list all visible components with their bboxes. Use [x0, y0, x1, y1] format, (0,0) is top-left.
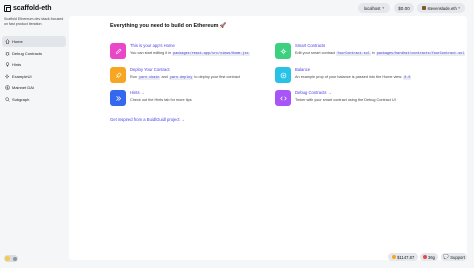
dollar-icon [5, 85, 10, 90]
eth-price: $1147.87 [397, 254, 415, 260]
chevron-down-icon: ▾ [458, 6, 461, 10]
card-desc-text: You can start editing it in [130, 50, 172, 55]
theme-toggle[interactable] [4, 255, 18, 262]
card-desc-text: and [161, 74, 168, 79]
sidebar-item-subgraph[interactable]: Subgraph [2, 94, 66, 105]
card-title: Smart Contracts [295, 43, 326, 48]
magnifier-icon [5, 96, 10, 102]
card-description: An example prop of your balance is passe… [295, 74, 412, 80]
sidebar-item-label: Subgraph [12, 96, 30, 102]
chevron-down-icon: ▾ [382, 6, 385, 10]
card-description: You can start editing it in packages/rea… [130, 51, 250, 56]
support-icon: 💬 [443, 254, 449, 259]
balance-value: $0.00 [398, 5, 410, 11]
support-button[interactable]: 💬 Support [441, 253, 467, 261]
gas-price: 36g [428, 254, 435, 260]
card-desc-text: Edit your smart contract [295, 50, 336, 55]
card-desc-text: to deploy your first contract [194, 74, 240, 79]
code-path: packages/hardhat/contracts/YourContract.… [375, 51, 466, 56]
sidebar-item-mainnet-dai[interactable]: Mainnet DAI [2, 82, 66, 93]
code-command: yarn deploy [168, 75, 194, 80]
page-title: Everything you need to build on Ethereum… [110, 23, 227, 29]
logo-text: scaffold-eth [13, 5, 52, 12]
coin-icon [275, 67, 291, 83]
account-button[interactable]: stevenslade.eth ▾ [417, 3, 465, 13]
sidebar-item-label: Mainnet DAI [12, 85, 35, 90]
balance-button[interactable]: $0.00 [394, 3, 414, 13]
card-home: This is your app's Home You can start ed… [110, 43, 250, 59]
card-smart-contracts: Smart Contracts Edit your smart contract… [275, 43, 466, 59]
network-selector[interactable]: localhost ▾ [358, 3, 390, 13]
account-name: stevenslade.eth [427, 5, 457, 11]
card-title[interactable]: Hints → [130, 90, 192, 95]
lightbulb-icon [5, 62, 10, 67]
avatar [421, 6, 426, 10]
gas-price-button[interactable]: 36g [420, 253, 438, 261]
sidebar-item-label: Home [12, 39, 23, 44]
card-description: Edit your smart contract YourContract.so… [295, 50, 466, 56]
network-name: localhost [363, 5, 381, 11]
sidebar-nav: Home Debug Contracts Hints ExampleUI Mai… [2, 36, 66, 105]
card-title: Deploy Your Contract [130, 67, 170, 72]
eth-icon [391, 255, 396, 259]
bug-icon [5, 51, 10, 56]
sidebar-item-hints[interactable]: Hints [2, 59, 66, 70]
card-debug-contracts[interactable]: Debug Contracts → Tinker with your smart… [275, 90, 396, 106]
card-description: Run yarn chain and yarn deploy to deploy… [130, 75, 240, 80]
card-desc-text: An example prop of your balance is passe… [295, 74, 403, 79]
card-description: Tinker with your smart contract using th… [295, 97, 396, 102]
code-command: yarn chain [138, 75, 161, 80]
eth-price-button[interactable]: $1147.87 [388, 253, 418, 261]
card-title: Balance [295, 67, 311, 72]
pencil-icon [110, 43, 126, 59]
sidebar-item-home[interactable]: Home [2, 36, 66, 47]
card-title[interactable]: Debug Contracts → [295, 90, 396, 95]
card-title: This is your app's Home [130, 43, 175, 48]
get-inspired-link[interactable]: Get inspired from a BuidlGuidl project → [110, 117, 185, 122]
sun-icon [5, 256, 10, 261]
app-logo[interactable]: scaffold-eth [4, 5, 52, 12]
card-balance: Balance An example prop of your balance … [275, 67, 412, 83]
arrows-icon [110, 90, 126, 106]
gas-icon [423, 255, 427, 259]
tagline: Scaffold Ethereum dev stack focused on f… [4, 17, 64, 26]
card-desc-text: in [371, 50, 375, 55]
sidebar-item-label: Debug Contracts [12, 50, 43, 56]
moon-icon [12, 256, 17, 261]
home-icon [5, 39, 10, 44]
scaffold-logo-icon [4, 5, 11, 12]
code-icon [275, 90, 291, 106]
sidebar-item-label: ExampleUI [12, 73, 32, 79]
card-deploy: Deploy Your Contract Run yarn chain and … [110, 67, 240, 83]
rocket-icon [110, 67, 126, 83]
card-desc-text: Run [130, 74, 137, 79]
contract-icon [275, 43, 291, 59]
sidebar-item-exampleui[interactable]: ExampleUI [2, 71, 66, 82]
code-file: YourContract.sol [336, 51, 371, 56]
balance-value-code: 0.0 [403, 75, 412, 80]
card-description: Check out the Hints tab for more tips [130, 97, 192, 102]
sidebar: scaffold-eth Scaffold Ethereum dev stack… [0, 0, 68, 268]
sidebar-item-debug-contracts[interactable]: Debug Contracts [2, 48, 66, 59]
code-path: packages/react-app/src/views/Home.jsx [172, 51, 250, 56]
card-hints[interactable]: Hints → Check out the Hints tab for more… [110, 90, 192, 106]
support-label: Support [450, 254, 465, 260]
sidebar-item-label: Hints [12, 62, 22, 67]
sparkles-icon [5, 73, 10, 79]
